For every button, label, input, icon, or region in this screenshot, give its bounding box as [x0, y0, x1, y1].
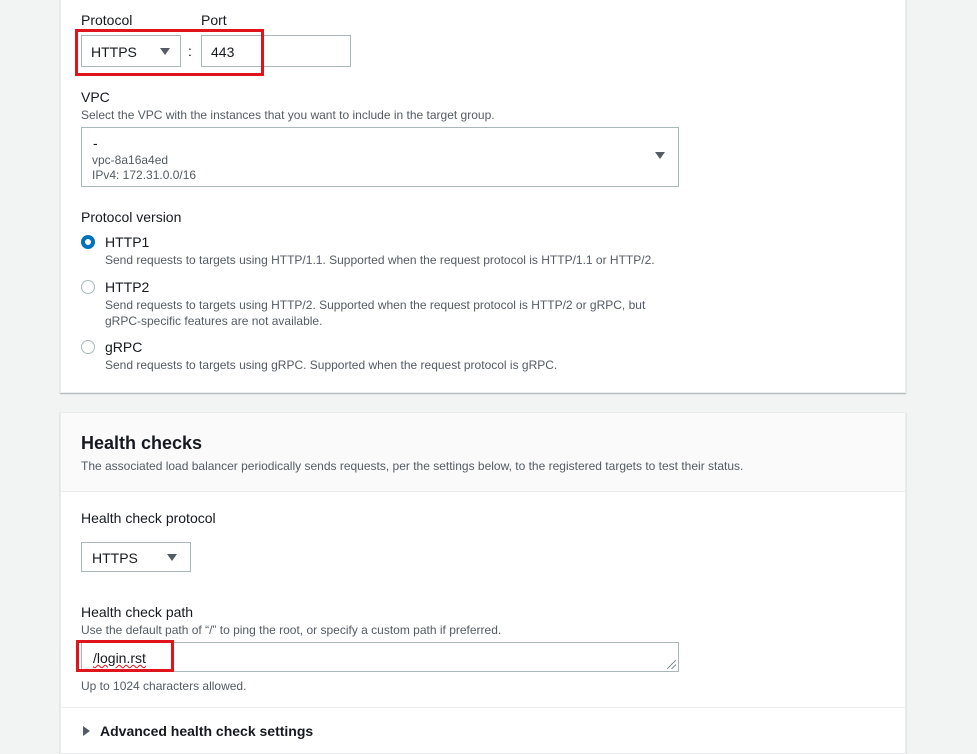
caret-right-icon — [83, 726, 90, 736]
health-checks-title: Health checks — [81, 433, 203, 453]
advanced-health-check-settings-toggle[interactable]: Advanced health check settings — [81, 723, 381, 745]
health-checks-header: Health checks The associated load balanc… — [61, 413, 905, 492]
vpc-description: Select the VPC with the instances that y… — [81, 108, 495, 122]
radio-grpc[interactable] — [81, 340, 95, 354]
vpc-label: VPC — [81, 89, 110, 105]
highlight-health-check-path — [76, 640, 174, 672]
health-check-protocol-select[interactable]: HTTPS — [81, 542, 191, 572]
radio-http1[interactable] — [81, 235, 95, 249]
health-check-protocol-label: Health check protocol — [81, 510, 216, 526]
vpc-select[interactable]: - vpc-8a16a4ed IPv4: 172.31.0.0/16 — [81, 127, 679, 187]
section-divider — [61, 707, 905, 708]
protocol-label: Protocol — [81, 12, 133, 28]
vpc-name: - — [93, 135, 98, 151]
radio-http1-description: Send requests to targets using HTTP/1.1.… — [105, 253, 655, 267]
port-label: Port — [201, 12, 227, 28]
caret-down-icon — [167, 554, 177, 561]
health-check-path-label: Health check path — [81, 604, 194, 620]
radio-grpc-label[interactable]: gRPC — [105, 339, 142, 355]
health-check-protocol-value: HTTPS — [92, 550, 138, 566]
resize-grip-icon[interactable] — [667, 660, 676, 669]
radio-http2-description-line2: gRPC-specific features are not available… — [105, 314, 323, 328]
highlight-protocol-port — [75, 29, 264, 76]
radio-http2-label[interactable]: HTTP2 — [105, 279, 149, 295]
vpc-id: vpc-8a16a4ed — [92, 153, 169, 167]
radio-http1-label[interactable]: HTTP1 — [105, 234, 149, 250]
health-checks-panel: Health checks The associated load balanc… — [60, 412, 906, 754]
radio-http2[interactable] — [81, 280, 95, 294]
caret-down-icon — [655, 152, 665, 159]
radio-http2-description: Send requests to targets using HTTP/2. S… — [105, 298, 646, 312]
health-check-path-description: Use the default path of “/” to ping the … — [81, 623, 502, 637]
vpc-cidr: IPv4: 172.31.0.0/16 — [92, 168, 197, 182]
radio-grpc-description: Send requests to targets using gRPC. Sup… — [105, 358, 558, 372]
advanced-health-check-settings-label: Advanced health check settings — [100, 723, 314, 739]
health-check-path-constraint: Up to 1024 characters allowed. — [81, 679, 247, 693]
health-checks-description: The associated load balancer periodicall… — [81, 459, 744, 473]
protocol-version-label: Protocol version — [81, 209, 182, 225]
